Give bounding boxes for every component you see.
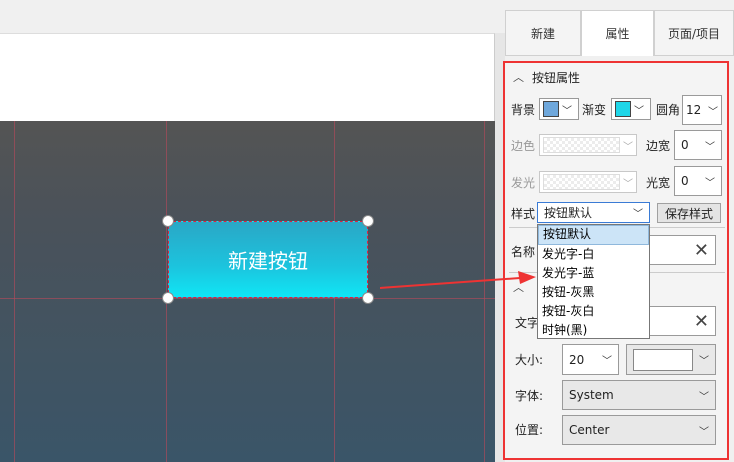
text-input[interactable]: ✕	[640, 306, 716, 336]
chevron-down-icon: ﹀	[705, 141, 715, 153]
name-input[interactable]: ✕	[640, 235, 716, 265]
glow-width-value: 0	[681, 174, 689, 188]
bg-color-swatch	[543, 101, 559, 117]
font-label: 字体:	[515, 389, 544, 403]
gradient-label: 渐变	[582, 103, 607, 117]
glow-color-picker[interactable]: ﹀	[539, 171, 637, 193]
chevron-down-icon: ﹀	[623, 141, 633, 153]
tab-label: 页面/项目	[667, 26, 721, 41]
clear-icon[interactable]: ✕	[694, 240, 709, 261]
radius-label: 圆角	[656, 103, 681, 117]
chevron-down-icon: ﹀	[705, 177, 715, 189]
canvas-button-text: 新建按钮	[228, 249, 308, 273]
chevron-down-icon: ﹀	[699, 391, 709, 403]
style-option[interactable]: 按钮默认	[538, 225, 649, 245]
style-select[interactable]: 按钮默认 ﹀	[537, 202, 650, 223]
clear-icon[interactable]: ✕	[694, 311, 709, 332]
glow-label: 发光	[511, 176, 536, 190]
resize-handle-bottom-right[interactable]	[362, 292, 374, 304]
text-label: 文字	[515, 316, 540, 330]
style-option[interactable]: 按钮-灰黑	[538, 283, 649, 302]
text-color-picker[interactable]: ﹀	[626, 344, 716, 375]
chevron-down-icon: ﹀	[562, 105, 572, 117]
chevron-down-icon: ﹀	[708, 106, 718, 118]
border-width-label: 边宽	[646, 139, 671, 153]
resize-handle-top-right[interactable]	[362, 215, 374, 227]
panel-tabs: 新建 属性 页面/项目	[505, 10, 734, 56]
save-style-button[interactable]: 保存样式	[657, 203, 721, 223]
chevron-up-icon: ︿	[513, 71, 524, 84]
name-label: 名称	[511, 245, 536, 259]
chevron-down-icon: ﹀	[633, 209, 643, 220]
border-color-picker[interactable]: ﹀	[539, 134, 637, 156]
glow-width-select[interactable]: 0 ﹀	[674, 166, 722, 196]
tab-new[interactable]: 新建	[505, 10, 581, 56]
border-color-label: 边色	[511, 139, 536, 153]
bg-label: 背景	[511, 103, 536, 117]
font-family-select[interactable]: System ﹀	[562, 380, 716, 410]
canvas-button-widget[interactable]: 新建按钮	[168, 221, 368, 298]
style-option[interactable]: 时钟(黑)	[538, 321, 649, 340]
font-size-value: 20	[569, 352, 585, 367]
canvas-top-region	[0, 33, 495, 121]
border-color-swatch	[543, 137, 620, 153]
chevron-down-icon: ﹀	[623, 178, 633, 190]
text-position-value: Center	[569, 423, 610, 437]
resize-handle-top-left[interactable]	[162, 215, 174, 227]
style-option[interactable]: 发光字-蓝	[538, 264, 649, 283]
glow-color-swatch	[543, 174, 620, 190]
bg-color-picker[interactable]: ﹀	[539, 98, 579, 120]
chevron-down-icon: ﹀	[699, 426, 709, 438]
guide-line-vertical	[14, 121, 15, 462]
section-title: 按钮属性	[532, 70, 581, 85]
chevron-down-icon: ﹀	[699, 356, 709, 367]
chevron-down-icon: ﹀	[602, 356, 612, 367]
text-position-select[interactable]: Center ﹀	[562, 415, 716, 445]
font-family-value: System	[569, 388, 614, 402]
border-width-value: 0	[681, 138, 689, 152]
glow-width-label: 光宽	[646, 176, 671, 190]
style-dropdown-list: 按钮默认 发光字-白 发光字-蓝 按钮-灰黑 按钮-灰白 时钟(黑)	[537, 224, 650, 339]
chevron-down-icon: ﹀	[634, 105, 644, 117]
tab-page-project[interactable]: 页面/项目	[654, 10, 734, 56]
style-label: 样式	[511, 207, 536, 221]
style-value: 按钮默认	[544, 206, 593, 220]
annotation-arrow	[380, 271, 536, 289]
tab-properties[interactable]: 属性	[581, 10, 654, 56]
text-color-swatch	[633, 348, 693, 371]
tab-label: 新建	[530, 26, 555, 41]
style-option[interactable]: 发光字-白	[538, 245, 649, 264]
position-label: 位置:	[515, 423, 544, 437]
save-style-label: 保存样式	[664, 206, 713, 221]
gradient-color-swatch	[615, 101, 631, 117]
resize-handle-bottom-left[interactable]	[162, 292, 174, 304]
radius-select[interactable]: 12 ﹀	[682, 95, 722, 125]
radius-value: 12	[686, 103, 702, 117]
font-size-select[interactable]: 20 ﹀	[562, 344, 619, 375]
button-props-header[interactable]: ︿ 按钮属性	[513, 67, 580, 87]
tab-label: 属性	[605, 27, 630, 41]
border-width-select[interactable]: 0 ﹀	[674, 130, 722, 160]
style-option[interactable]: 按钮-灰白	[538, 302, 649, 321]
size-label: 大小:	[515, 353, 544, 367]
gradient-color-picker[interactable]: ﹀	[611, 98, 651, 120]
